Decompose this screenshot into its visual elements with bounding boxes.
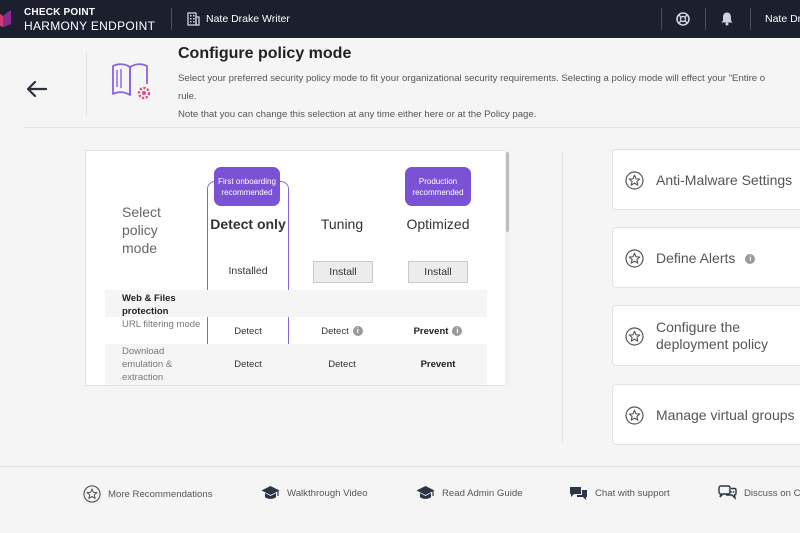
card-label: Configure the deployment policy — [656, 319, 769, 352]
column-optimized[interactable]: Optimized — [396, 215, 480, 233]
production-recommended-badge: Production recommended — [405, 167, 471, 206]
cell-download-detect-only: Detect — [234, 358, 262, 370]
card-label: Anti-Malware Settings — [656, 172, 793, 188]
install-optimized-button[interactable]: Install — [408, 261, 468, 283]
first-onboarding-badge: First onboarding recommended — [214, 167, 280, 206]
section-label: Web & Files protection — [122, 293, 176, 317]
scrollbar-thumb[interactable] — [506, 152, 509, 232]
graduation-cap-icon — [261, 486, 280, 499]
graduation-cap-icon — [416, 486, 435, 499]
install-tuning-button[interactable]: Install — [313, 261, 373, 283]
product-name: HARMONY ENDPOINT — [24, 19, 156, 33]
installed-status: Installed — [228, 265, 268, 277]
back-arrow-icon[interactable] — [26, 80, 48, 98]
column-tuning[interactable]: Tuning — [300, 215, 384, 233]
card-label: Define Alerts i — [656, 250, 756, 267]
cell-url-tuning: Detect i — [300, 323, 384, 339]
info-icon[interactable]: i — [352, 326, 363, 336]
info-icon[interactable]: i — [745, 254, 756, 264]
star-circle-icon — [625, 171, 644, 190]
select-policy-mode-label: Select policy mode — [122, 204, 161, 256]
divider — [0, 466, 800, 467]
divider — [661, 8, 662, 30]
configure-deployment-policy-card[interactable]: Configure the deployment policy — [612, 305, 800, 366]
page-title: Configure policy mode — [178, 45, 352, 62]
brand-name: CHECK POINT — [24, 7, 96, 18]
divider — [171, 8, 172, 30]
read-admin-guide-link[interactable]: Read Admin Guide — [416, 485, 523, 501]
top-bar: CHECK POINT HARMONY ENDPOINT Nate Drake … — [0, 0, 800, 38]
define-alerts-card[interactable]: Define Alerts i — [612, 227, 800, 288]
brand-logo-icon — [0, 10, 11, 27]
row-label-url-filtering: URL filtering mode — [122, 319, 201, 330]
divider — [705, 8, 706, 30]
manage-virtual-groups-card[interactable]: Manage virtual groups — [612, 384, 800, 445]
more-recommendations-link[interactable]: More Recommendations — [83, 485, 213, 503]
help-lifebuoy-icon[interactable] — [676, 12, 690, 26]
cell-download-optimized: Prevent — [420, 358, 456, 370]
star-circle-icon — [625, 406, 644, 425]
policy-mode-table: Select policy mode First onboarding reco… — [85, 150, 510, 386]
anti-malware-settings-card[interactable]: Anti-Malware Settings — [612, 149, 800, 210]
info-icon[interactable]: i — [452, 326, 463, 336]
org-selector[interactable]: Nate Drake Writer — [206, 13, 290, 25]
walkthrough-video-link[interactable]: Walkthrough Video — [261, 485, 368, 501]
discussion-icon — [718, 485, 737, 501]
column-detect-only[interactable]: Detect only — [210, 215, 286, 233]
star-circle-icon — [83, 485, 101, 503]
page-description: Select your preferred security policy mo… — [178, 73, 766, 120]
user-menu[interactable]: Nate Dr — [765, 13, 800, 25]
star-circle-icon — [625, 249, 644, 268]
discuss-community-link[interactable]: Discuss on C — [718, 485, 800, 501]
chat-icon — [570, 487, 587, 500]
cell-download-tuning: Detect — [328, 358, 356, 370]
cell-url-optimized: Prevent i — [396, 323, 480, 339]
row-label-download-emulation: Download emulation & extraction — [122, 346, 173, 383]
divider — [24, 127, 800, 128]
divider — [86, 52, 87, 116]
star-circle-icon — [625, 327, 644, 346]
bell-icon[interactable] — [720, 11, 734, 26]
card-label: Manage virtual groups — [656, 407, 795, 423]
divider — [750, 8, 751, 30]
chat-with-support-link[interactable]: Chat with support — [569, 485, 670, 502]
policy-book-gear-icon — [112, 63, 151, 100]
divider — [562, 152, 563, 442]
cell-url-detect-only: Detect — [234, 325, 262, 337]
building-icon — [187, 12, 200, 26]
